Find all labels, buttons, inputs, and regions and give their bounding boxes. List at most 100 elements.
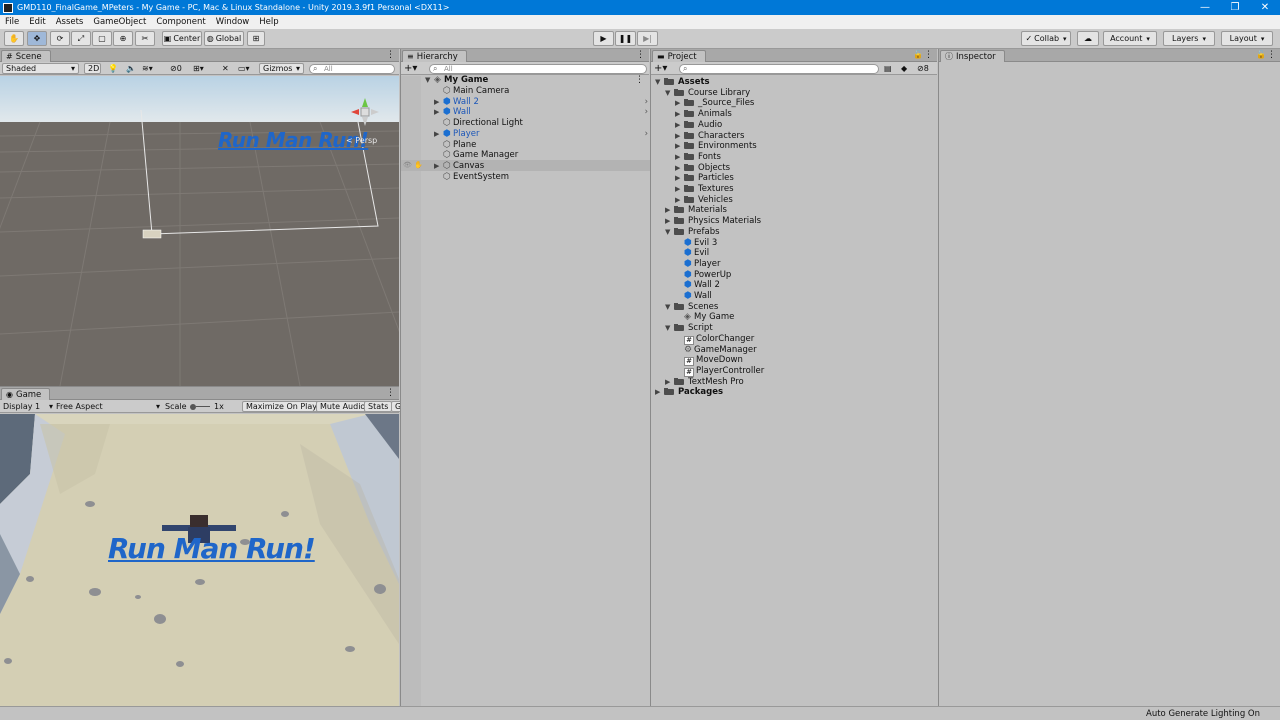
project-tree-item[interactable]: ▼ Course Library [665,88,750,99]
maximize-on-play-toggle[interactable]: Maximize On Play [242,401,322,412]
project-tree-item[interactable]: ⬢ Wall [675,291,712,302]
hierarchy-item[interactable]: ⬡ Game Manager [434,150,648,161]
project-tree-item[interactable]: # ColorChanger [675,334,754,345]
mute-audio-toggle[interactable]: Mute Audio [316,401,370,412]
create-asset-dropdown[interactable]: +▾ [654,63,667,74]
layout-dropdown[interactable]: Layout [1221,31,1273,46]
project-tree-item[interactable]: ◈ My Game [675,312,734,323]
project-tree-item[interactable]: # PlayerController [675,366,764,377]
tools-icon[interactable]: ✕ [222,63,229,74]
expand-arrow-icon[interactable]: ▶ [665,377,674,388]
hierarchy-item[interactable]: ▶ ⬢ Wall › [434,107,648,118]
project-tree-item[interactable]: ▶ _Source_Files [675,98,754,109]
collapse-arrow-icon[interactable]: ▼ [665,323,674,334]
project-tree-item[interactable]: ▼ Assets [655,77,710,88]
project-search-input[interactable] [679,64,879,74]
expand-arrow-icon[interactable]: ▶ [675,98,684,109]
kebab-icon[interactable]: ⋮ [386,388,395,398]
expand-arrow-icon[interactable]: ▶ [655,387,664,398]
global-button[interactable]: ◍ Global [204,31,244,46]
filter-type-icon[interactable]: ▤ [884,63,892,74]
shading-dropdown[interactable]: Shaded ▾ [2,63,79,74]
open-prefab-chevron-icon[interactable]: › [645,97,648,108]
expand-arrow-icon[interactable]: ▶ [434,129,443,140]
expand-arrow-icon[interactable]: ▶ [675,173,684,184]
project-tree-item[interactable]: # MoveDown [675,355,743,367]
layers-dropdown[interactable]: Layers [1163,31,1215,46]
hidden-packages-toggle[interactable]: ⊘ 8 [917,63,929,74]
grid-snap-icon[interactable]: ⊞▾ [193,63,204,74]
expand-arrow-icon[interactable]: ▶ [675,195,684,206]
gizmos-dropdown[interactable]: Gizmos ▾ [259,63,304,74]
pivot-center-button[interactable]: ▣ Center [162,31,202,46]
kebab-icon[interactable]: ⋮ [386,50,395,60]
hierarchy-search-input[interactable]: All [429,64,647,74]
hierarchy-item[interactable]: ▶ ⬡ Canvas [434,161,648,172]
tab-game[interactable]: ◉ Game [1,388,51,400]
close-button[interactable]: ✕ [1250,2,1280,13]
filter-label-icon[interactable]: ◆ [901,63,907,74]
custom-tool-icon[interactable]: ✂ [135,31,155,46]
hand-tool-icon[interactable]: ✋ [4,31,24,46]
menu-help[interactable]: Help [254,17,283,27]
collapse-arrow-icon[interactable]: ▼ [655,77,664,88]
project-tree-item[interactable]: ⬢ Evil 3 [675,238,717,249]
account-dropdown[interactable]: Account [1103,31,1157,46]
snap-icon[interactable]: ⊞ [247,31,265,46]
expand-arrow-icon[interactable]: ▶ [665,205,674,216]
menu-component[interactable]: Component [151,17,210,27]
game-viewport[interactable]: Run Man Run! [0,414,399,707]
kebab-icon[interactable]: ⋮ [1267,50,1276,60]
rotate-tool-icon[interactable]: ⟳ [50,31,70,46]
lock-icon[interactable]: 🔓 [1256,50,1266,59]
menu-file[interactable]: File [0,17,24,27]
project-tree-item[interactable]: ▶ Characters [675,131,744,142]
project-tree-item[interactable]: ▶ Materials [665,205,727,216]
project-tree-item[interactable]: ▶ Particles [675,173,734,184]
tab-scene[interactable]: # Scene [1,50,51,62]
create-dropdown[interactable]: +▾ [404,63,417,74]
eye-icon[interactable]: 👁 ✋ [403,161,423,169]
menu-assets[interactable]: Assets [51,17,89,27]
lock-icon[interactable]: 🔓 [913,50,923,59]
maximize-button[interactable]: ❐ [1220,2,1250,13]
collab-dropdown[interactable]: ✓ Collab [1021,31,1071,46]
scale-slider[interactable] [190,401,212,412]
project-tree-item[interactable]: ▼ Scenes [665,302,718,313]
project-tree-item[interactable]: ▼ Script [665,323,713,334]
hierarchy-item[interactable]: ⬡ Main Camera [434,86,648,97]
transform-tool-icon[interactable]: ⊕ [113,31,133,46]
effects-icon[interactable]: ≋▾ [142,63,153,74]
menu-gameobject[interactable]: GameObject [88,17,151,27]
expand-arrow-icon[interactable]: ▶ [675,184,684,195]
collapse-arrow-icon[interactable]: ▼ [665,302,674,313]
visibility-toggle[interactable]: ⊘ 0 [170,63,182,74]
scene-kebab-icon[interactable]: ⋮ [635,75,644,85]
hierarchy-item[interactable]: ▶ ⬢ Player › [434,129,648,140]
collapse-arrow-icon[interactable]: ▼ [665,88,674,99]
expand-arrow-icon[interactable]: ▶ [675,131,684,142]
scene-search-input[interactable]: All [309,64,395,74]
kebab-icon[interactable]: ⋮ [636,50,645,60]
project-tree-item[interactable]: ▶ Environments [675,141,757,152]
camera-icon[interactable]: ▭▾ [238,63,250,74]
project-tree-item[interactable]: ▶ Physics Materials [665,216,761,227]
pause-button[interactable]: ❚❚ [615,31,636,46]
expand-arrow-icon[interactable]: ▶ [675,109,684,120]
expand-arrow-icon[interactable]: ▶ [675,152,684,163]
project-tree-item[interactable]: ⚙ GameManager [675,345,757,356]
cloud-icon[interactable]: ☁ [1077,31,1099,46]
project-tree-item[interactable]: ⬢ Wall 2 [675,280,720,291]
play-button[interactable]: ▶ [593,31,614,46]
move-tool-icon[interactable]: ✥ [27,31,47,46]
lighting-icon[interactable]: 💡 [108,63,118,74]
hierarchy-item[interactable]: ⬡ Plane [434,140,648,151]
project-tree-item[interactable]: ▶ Packages [655,387,723,398]
project-tree-item[interactable]: ▶ TextMesh Pro [665,377,744,388]
project-tree-item[interactable]: ⬢ Evil [675,248,709,259]
orientation-gizmo-icon[interactable] [348,98,382,126]
display-dropdown[interactable]: Display 1 ▾ [3,401,53,412]
expand-arrow-icon[interactable]: ▶ [675,120,684,131]
project-tree-item[interactable]: ▶ Textures [675,184,734,195]
project-tree-item[interactable]: ▼ Prefabs [665,227,720,238]
